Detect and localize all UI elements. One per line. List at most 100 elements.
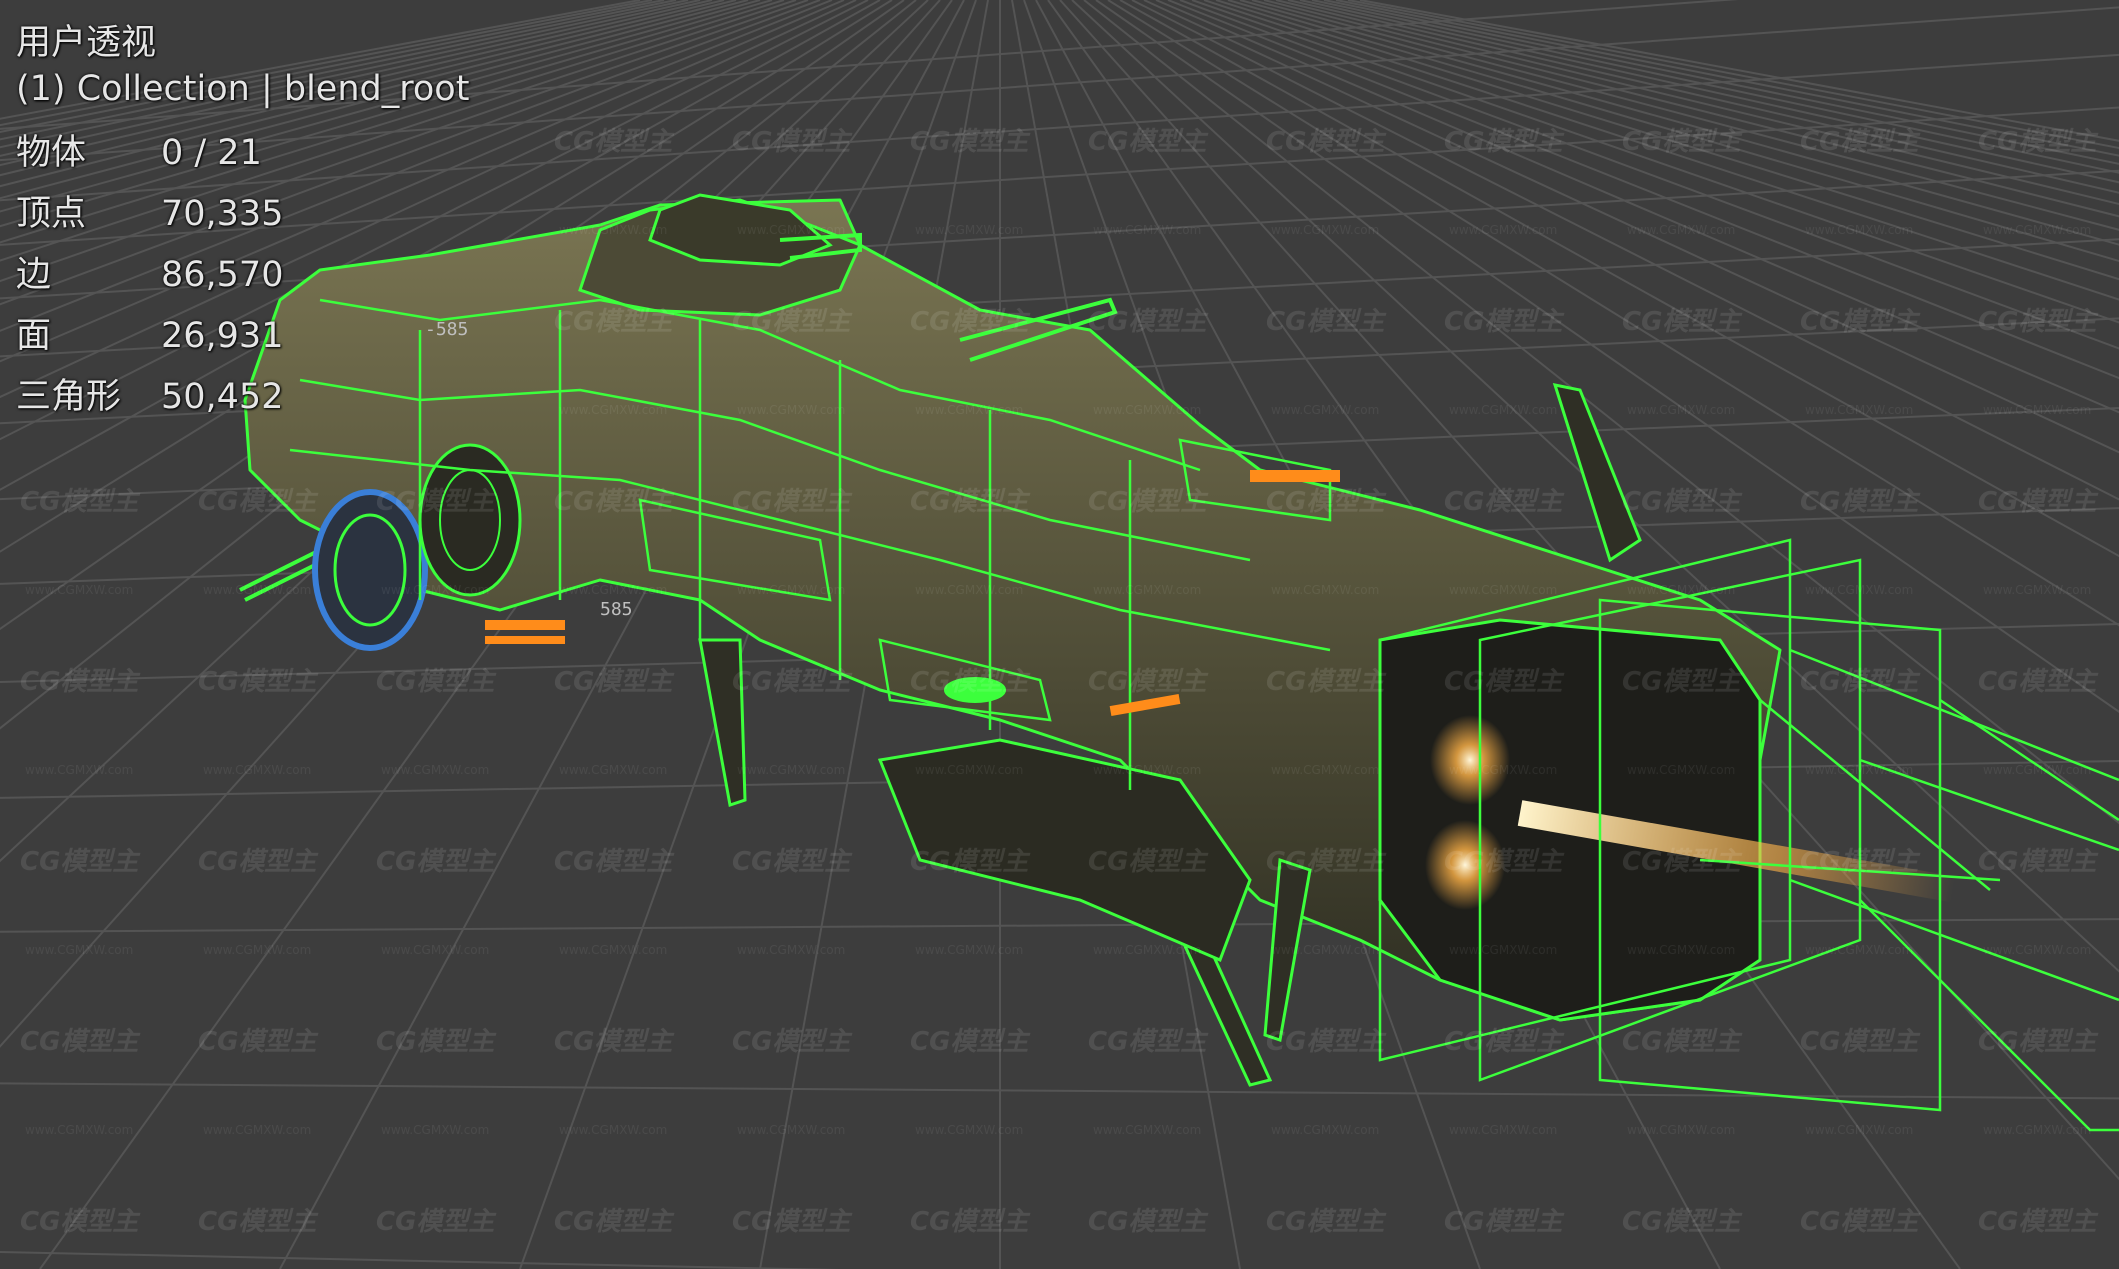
watermark-url: www.CGMXW.com <box>1271 583 1379 597</box>
watermark-url: www.CGMXW.com <box>1271 763 1379 777</box>
view-name: 用户透视 <box>16 23 157 63</box>
stat-value-edges: 86,570 <box>161 255 284 295</box>
watermark-url: www.CGMXW.com <box>1627 763 1735 777</box>
watermark-text: CG模型主 <box>910 307 1031 337</box>
watermark-text: CG模型主 <box>1444 847 1565 877</box>
watermark-text: CG模型主 <box>1444 127 1565 157</box>
watermark-text: CG模型主 <box>732 1027 853 1057</box>
viewport-info-overlay: 用户透视 (1) Collection | blend_root 物体 0 / … <box>16 20 469 420</box>
watermark-url: www.CGMXW.com <box>915 583 1023 597</box>
watermark-text: CG模型主 <box>20 1207 141 1237</box>
watermark-url: www.CGMXW.com <box>381 943 489 957</box>
watermark-url: www.CGMXW.com <box>737 1123 845 1137</box>
watermark-url: www.CGMXW.com <box>737 763 845 777</box>
watermark-url: www.CGMXW.com <box>1271 943 1379 957</box>
watermark-text: CG模型主 <box>1800 487 1921 517</box>
watermark-url: www.CGMXW.com <box>1271 403 1379 417</box>
watermark-url: www.CGMXW.com <box>915 223 1023 237</box>
watermark-url: www.CGMXW.com <box>1449 583 1557 597</box>
watermark-text: CG模型主 <box>376 1027 497 1057</box>
watermark-text: CG模型主 <box>1978 307 2099 337</box>
watermark-text: CG模型主 <box>910 1027 1031 1057</box>
watermark-text: CG模型主 <box>1978 1207 2099 1237</box>
stat-value-triangles: 50,452 <box>161 377 284 417</box>
svg-text:585: 585 <box>600 599 633 620</box>
watermark-url: www.CGMXW.com <box>1805 943 1913 957</box>
watermark-text: CG模型主 <box>20 847 141 877</box>
watermark-text: CG模型主 <box>910 487 1031 517</box>
watermark-text: CG模型主 <box>1622 667 1743 697</box>
watermark-text: CG模型主 <box>554 847 675 877</box>
watermark-url: www.CGMXW.com <box>559 943 667 957</box>
watermark-text: CG模型主 <box>20 667 141 697</box>
stat-label-vertices: 顶点 <box>16 194 87 234</box>
watermark-url: www.CGMXW.com <box>559 1123 667 1137</box>
watermark-text: CG模型主 <box>1266 847 1387 877</box>
watermark-text: CG模型主 <box>1800 1027 1921 1057</box>
watermark-text: CG模型主 <box>554 307 675 337</box>
watermark-text: CG模型主 <box>1978 847 2099 877</box>
watermark-url: www.CGMXW.com <box>1271 1123 1379 1137</box>
watermark-text: CG模型主 <box>1444 1027 1565 1057</box>
watermark-text: CG模型主 <box>1088 1207 1209 1237</box>
watermark-text: CG模型主 <box>910 667 1031 697</box>
watermark-text: CG模型主 <box>198 847 319 877</box>
watermark-text: CG模型主 <box>554 127 675 157</box>
watermark-text: CG模型主 <box>1444 307 1565 337</box>
watermark-url: www.CGMXW.com <box>915 943 1023 957</box>
3d-viewport[interactable]: -585 585 CG模型主 www.CGMXW.com CG模型主 www.CGMX… <box>0 0 2119 1269</box>
watermark-url: www.CGMXW.com <box>25 943 133 957</box>
watermark-url: www.CGMXW.com <box>1983 943 2091 957</box>
watermark-text: CG模型主 <box>1266 1027 1387 1057</box>
scene-statistics: 物体 0 / 21 顶点 70,335 边 86,570 面 26,931 三角… <box>16 130 469 420</box>
watermark-url: www.CGMXW.com <box>1093 583 1201 597</box>
stat-label-faces: 面 <box>16 316 52 356</box>
watermark-url: www.CGMXW.com <box>559 223 667 237</box>
stat-label-edges: 边 <box>16 255 52 295</box>
watermark-url: www.CGMXW.com <box>1449 1123 1557 1137</box>
watermark-text: CG模型主 <box>1622 847 1743 877</box>
watermark-text: CG模型主 <box>732 127 853 157</box>
watermark-url: www.CGMXW.com <box>1093 223 1201 237</box>
watermark-text: CG模型主 <box>376 667 497 697</box>
watermark-text: CG模型主 <box>1800 847 1921 877</box>
watermark-text: CG模型主 <box>1622 307 1743 337</box>
watermark-text: CG模型主 <box>1088 487 1209 517</box>
watermark-url: www.CGMXW.com <box>1449 403 1557 417</box>
watermark-text: CG模型主 <box>1978 1027 2099 1057</box>
watermark-url: www.CGMXW.com <box>1627 1123 1735 1137</box>
watermark-text: CG模型主 <box>1978 667 2099 697</box>
watermark-text: CG模型主 <box>732 307 853 337</box>
watermark-text: CG模型主 <box>1266 1207 1387 1237</box>
watermark-url: www.CGMXW.com <box>1627 403 1735 417</box>
thruster-ring-2 <box>418 443 522 597</box>
watermark-url: www.CGMXW.com <box>1805 223 1913 237</box>
watermark-url: www.CGMXW.com <box>1805 583 1913 597</box>
watermark-url: www.CGMXW.com <box>1983 403 2091 417</box>
watermark-url: www.CGMXW.com <box>381 763 489 777</box>
watermark-url: www.CGMXW.com <box>737 583 845 597</box>
watermark-text: CG模型主 <box>910 127 1031 157</box>
watermark-text: CG模型主 <box>198 487 319 517</box>
watermark-url: www.CGMXW.com <box>1449 763 1557 777</box>
grid-line <box>0 918 2119 933</box>
watermark-text: CG模型主 <box>1444 487 1565 517</box>
watermark-text: CG模型主 <box>1800 1207 1921 1237</box>
watermark-url: www.CGMXW.com <box>1093 943 1201 957</box>
watermark-url: www.CGMXW.com <box>25 1123 133 1137</box>
watermark-url: www.CGMXW.com <box>559 403 667 417</box>
watermark-text: CG模型主 <box>732 847 853 877</box>
watermark-url: www.CGMXW.com <box>915 763 1023 777</box>
watermark-text: CG模型主 <box>20 487 141 517</box>
watermark-text: CG模型主 <box>910 1207 1031 1237</box>
watermark-text: CG模型主 <box>1266 667 1387 697</box>
watermark-url: www.CGMXW.com <box>381 583 489 597</box>
watermark-url: www.CGMXW.com <box>1983 583 2091 597</box>
watermark-url: www.CGMXW.com <box>1983 223 2091 237</box>
watermark-text: CG模型主 <box>198 1207 319 1237</box>
landing-leg-1 <box>698 638 747 807</box>
watermark-url: www.CGMXW.com <box>203 763 311 777</box>
watermark-text: CG模型主 <box>1622 1027 1743 1057</box>
watermark-text: CG模型主 <box>910 847 1031 877</box>
watermark-url: www.CGMXW.com <box>737 943 845 957</box>
